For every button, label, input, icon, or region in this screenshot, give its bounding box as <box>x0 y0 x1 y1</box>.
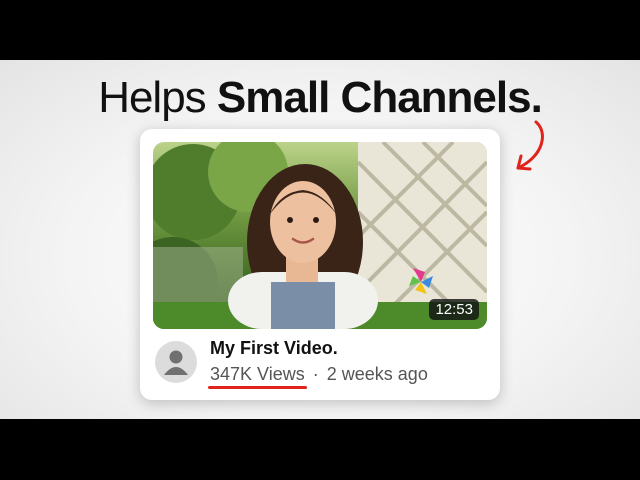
channel-avatar[interactable] <box>155 341 197 383</box>
thumbnail-canvas: Helps Small Channels. 12:53 My First Vid… <box>0 60 640 419</box>
duration-badge: 12:53 <box>429 299 479 320</box>
video-stats: 347K Views · 2 weeks ago <box>208 364 490 389</box>
view-count: 347K Views <box>208 364 307 389</box>
headline-light-text: Helps <box>98 73 206 122</box>
default-user-avatar-icon <box>164 350 188 375</box>
upload-age: 2 weeks ago <box>326 364 428 384</box>
meta-separator: · <box>312 364 319 384</box>
headline-bold-text: Small Channels. <box>216 73 543 122</box>
view-count-underline <box>208 386 307 389</box>
video-card[interactable]: 12:53 My First Video. 347K Views · 2 wee… <box>140 129 500 400</box>
video-thumbnail[interactable]: 12:53 <box>153 142 487 329</box>
view-count-text: 347K Views <box>210 364 305 384</box>
headline: Helps Small Channels. <box>0 73 640 123</box>
video-title[interactable]: My First Video. <box>210 338 490 359</box>
video-meta: My First Video. 347K Views · 2 weeks ago <box>208 338 490 389</box>
curved-arrow-icon <box>516 120 544 171</box>
